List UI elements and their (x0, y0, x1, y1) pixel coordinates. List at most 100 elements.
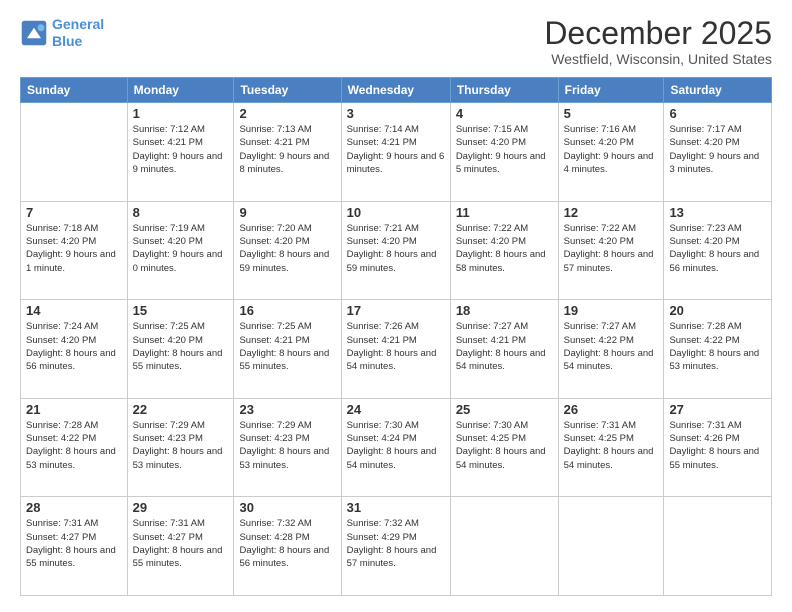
day-info: Sunrise: 7:32 AM Sunset: 4:29 PM Dayligh… (347, 517, 445, 570)
calendar-cell: 22 Sunrise: 7:29 AM Sunset: 4:23 PM Dayli… (127, 398, 234, 497)
day-number: 28 (26, 500, 122, 515)
calendar-header-row: SundayMondayTuesdayWednesdayThursdayFrid… (21, 78, 772, 103)
calendar-cell: 15 Sunrise: 7:25 AM Sunset: 4:20 PM Dayli… (127, 300, 234, 399)
day-number: 23 (239, 402, 335, 417)
calendar-cell: 20 Sunrise: 7:28 AM Sunset: 4:22 PM Dayli… (664, 300, 772, 399)
page: General Blue December 2025 Westfield, Wi… (0, 0, 792, 612)
day-number: 4 (456, 106, 553, 121)
day-number: 1 (133, 106, 229, 121)
day-number: 14 (26, 303, 122, 318)
day-info: Sunrise: 7:26 AM Sunset: 4:21 PM Dayligh… (347, 320, 445, 373)
calendar-cell: 24 Sunrise: 7:30 AM Sunset: 4:24 PM Dayli… (341, 398, 450, 497)
calendar-cell (558, 497, 664, 596)
calendar-cell: 3 Sunrise: 7:14 AM Sunset: 4:21 PM Daylig… (341, 103, 450, 202)
calendar-header-sunday: Sunday (21, 78, 128, 103)
day-info: Sunrise: 7:25 AM Sunset: 4:20 PM Dayligh… (133, 320, 229, 373)
day-info: Sunrise: 7:16 AM Sunset: 4:20 PM Dayligh… (564, 123, 659, 176)
day-number: 17 (347, 303, 445, 318)
main-title: December 2025 (544, 16, 772, 51)
day-info: Sunrise: 7:18 AM Sunset: 4:20 PM Dayligh… (26, 222, 122, 275)
calendar-cell: 31Sunrise: 7:32 AM Sunset: 4:29 PM Dayli… (341, 497, 450, 596)
calendar-cell: 28 Sunrise: 7:31 AM Sunset: 4:27 PM Dayli… (21, 497, 128, 596)
title-block: December 2025 Westfield, Wisconsin, Unit… (544, 16, 772, 67)
calendar-cell: 5 Sunrise: 7:16 AM Sunset: 4:20 PM Daylig… (558, 103, 664, 202)
calendar-cell: 10Sunrise: 7:21 AM Sunset: 4:20 PM Dayli… (341, 201, 450, 300)
day-info: Sunrise: 7:32 AM Sunset: 4:28 PM Dayligh… (239, 517, 335, 570)
day-number: 5 (564, 106, 659, 121)
calendar-cell: 17 Sunrise: 7:26 AM Sunset: 4:21 PM Dayli… (341, 300, 450, 399)
day-info: Sunrise: 7:17 AM Sunset: 4:20 PM Dayligh… (669, 123, 766, 176)
day-number: 7 (26, 205, 122, 220)
calendar-header-monday: Monday (127, 78, 234, 103)
calendar-cell (664, 497, 772, 596)
day-info: Sunrise: 7:22 AM Sunset: 4:20 PM Dayligh… (456, 222, 553, 275)
calendar-week-5: 28 Sunrise: 7:31 AM Sunset: 4:27 PM Dayli… (21, 497, 772, 596)
day-info: Sunrise: 7:31 AM Sunset: 4:27 PM Dayligh… (133, 517, 229, 570)
calendar-cell: 23Sunrise: 7:29 AM Sunset: 4:23 PM Dayli… (234, 398, 341, 497)
day-info: Sunrise: 7:31 AM Sunset: 4:27 PM Dayligh… (26, 517, 122, 570)
day-number: 9 (239, 205, 335, 220)
day-info: Sunrise: 7:25 AM Sunset: 4:21 PM Dayligh… (239, 320, 335, 373)
day-number: 6 (669, 106, 766, 121)
day-number: 11 (456, 205, 553, 220)
logo-blue: Blue (52, 33, 104, 50)
calendar-cell: 18Sunrise: 7:27 AM Sunset: 4:21 PM Dayli… (450, 300, 558, 399)
calendar-header-wednesday: Wednesday (341, 78, 450, 103)
header: General Blue December 2025 Westfield, Wi… (20, 16, 772, 67)
calendar-cell: 30Sunrise: 7:32 AM Sunset: 4:28 PM Dayli… (234, 497, 341, 596)
day-number: 16 (239, 303, 335, 318)
day-info: Sunrise: 7:31 AM Sunset: 4:26 PM Dayligh… (669, 419, 766, 472)
day-info: Sunrise: 7:19 AM Sunset: 4:20 PM Dayligh… (133, 222, 229, 275)
day-info: Sunrise: 7:20 AM Sunset: 4:20 PM Dayligh… (239, 222, 335, 275)
day-info: Sunrise: 7:29 AM Sunset: 4:23 PM Dayligh… (133, 419, 229, 472)
logo-text: General Blue (52, 16, 104, 50)
logo: General Blue (20, 16, 104, 50)
calendar-week-3: 14Sunrise: 7:24 AM Sunset: 4:20 PM Dayli… (21, 300, 772, 399)
calendar-week-2: 7 Sunrise: 7:18 AM Sunset: 4:20 PM Daylig… (21, 201, 772, 300)
day-number: 19 (564, 303, 659, 318)
day-info: Sunrise: 7:30 AM Sunset: 4:24 PM Dayligh… (347, 419, 445, 472)
calendar-cell: 19 Sunrise: 7:27 AM Sunset: 4:22 PM Dayli… (558, 300, 664, 399)
calendar-cell: 16 Sunrise: 7:25 AM Sunset: 4:21 PM Dayli… (234, 300, 341, 399)
calendar-cell: 6 Sunrise: 7:17 AM Sunset: 4:20 PM Daylig… (664, 103, 772, 202)
day-number: 12 (564, 205, 659, 220)
day-number: 13 (669, 205, 766, 220)
day-info: Sunrise: 7:28 AM Sunset: 4:22 PM Dayligh… (26, 419, 122, 472)
day-info: Sunrise: 7:13 AM Sunset: 4:21 PM Dayligh… (239, 123, 335, 176)
day-info: Sunrise: 7:27 AM Sunset: 4:22 PM Dayligh… (564, 320, 659, 373)
calendar-cell: 21 Sunrise: 7:28 AM Sunset: 4:22 PM Dayli… (21, 398, 128, 497)
calendar-cell: 12 Sunrise: 7:22 AM Sunset: 4:20 PM Dayli… (558, 201, 664, 300)
logo-general: General (52, 16, 104, 32)
subtitle: Westfield, Wisconsin, United States (544, 51, 772, 67)
day-info: Sunrise: 7:14 AM Sunset: 4:21 PM Dayligh… (347, 123, 445, 176)
day-number: 24 (347, 402, 445, 417)
calendar-week-4: 21 Sunrise: 7:28 AM Sunset: 4:22 PM Dayli… (21, 398, 772, 497)
day-number: 10 (347, 205, 445, 220)
day-number: 3 (347, 106, 445, 121)
calendar-table: SundayMondayTuesdayWednesdayThursdayFrid… (20, 77, 772, 596)
day-number: 22 (133, 402, 229, 417)
calendar-header-tuesday: Tuesday (234, 78, 341, 103)
calendar-header-saturday: Saturday (664, 78, 772, 103)
day-number: 27 (669, 402, 766, 417)
calendar-cell: 11 Sunrise: 7:22 AM Sunset: 4:20 PM Dayli… (450, 201, 558, 300)
day-info: Sunrise: 7:31 AM Sunset: 4:25 PM Dayligh… (564, 419, 659, 472)
calendar-cell: 8Sunrise: 7:19 AM Sunset: 4:20 PM Daylig… (127, 201, 234, 300)
day-info: Sunrise: 7:30 AM Sunset: 4:25 PM Dayligh… (456, 419, 553, 472)
calendar-cell (21, 103, 128, 202)
day-number: 20 (669, 303, 766, 318)
calendar-header-friday: Friday (558, 78, 664, 103)
calendar-cell: 26Sunrise: 7:31 AM Sunset: 4:25 PM Dayli… (558, 398, 664, 497)
calendar-cell (450, 497, 558, 596)
day-number: 29 (133, 500, 229, 515)
day-info: Sunrise: 7:28 AM Sunset: 4:22 PM Dayligh… (669, 320, 766, 373)
calendar-week-1: 1Sunrise: 7:12 AM Sunset: 4:21 PM Daylig… (21, 103, 772, 202)
day-number: 21 (26, 402, 122, 417)
day-number: 2 (239, 106, 335, 121)
calendar-cell: 14Sunrise: 7:24 AM Sunset: 4:20 PM Dayli… (21, 300, 128, 399)
calendar-cell: 4Sunrise: 7:15 AM Sunset: 4:20 PM Daylig… (450, 103, 558, 202)
calendar-cell: 29 Sunrise: 7:31 AM Sunset: 4:27 PM Dayli… (127, 497, 234, 596)
day-number: 15 (133, 303, 229, 318)
day-info: Sunrise: 7:22 AM Sunset: 4:20 PM Dayligh… (564, 222, 659, 275)
calendar-cell: 9 Sunrise: 7:20 AM Sunset: 4:20 PM Daylig… (234, 201, 341, 300)
